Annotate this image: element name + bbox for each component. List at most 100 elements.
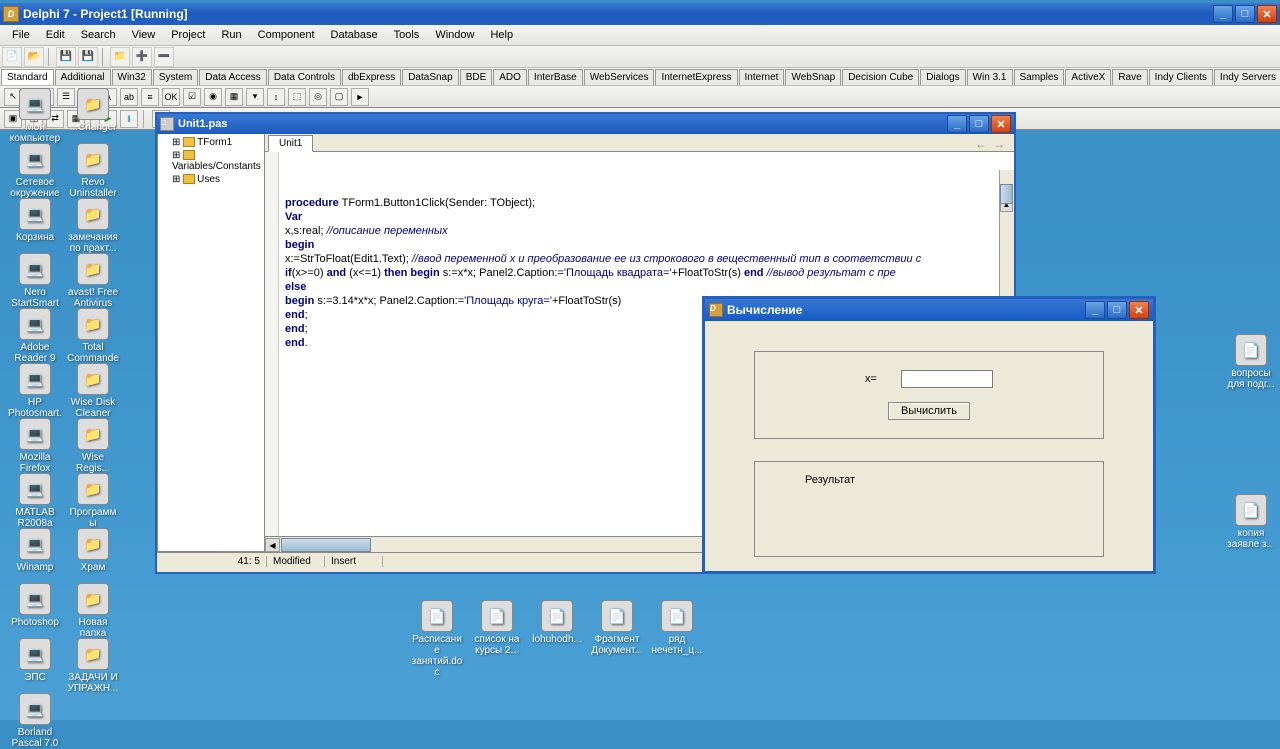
palette-tab-standard[interactable]: Standard	[1, 69, 54, 85]
code-max[interactable]: □	[969, 115, 989, 133]
comp-listbox[interactable]: ▦	[225, 88, 243, 106]
palette-tab-data-controls[interactable]: Data Controls	[268, 69, 341, 85]
menu-database[interactable]: Database	[323, 27, 386, 43]
desktop-icon[interactable]: 📁Храм	[66, 528, 120, 573]
palette-tab-dialogs[interactable]: Dialogs	[920, 69, 965, 85]
desktop-icon[interactable]: 📁замечания по практ...	[66, 198, 120, 254]
desktop-icon[interactable]: 💻ЭПС	[8, 638, 62, 683]
saveall-button[interactable]: 💾	[78, 47, 98, 67]
app-close[interactable]: ✕	[1129, 301, 1149, 319]
code-tree[interactable]: ⊞ TForm1 ⊞ Variables/Constants ⊞ Uses	[157, 134, 265, 552]
comp-memo[interactable]: ≡	[141, 88, 159, 106]
palette-tab-bde[interactable]: BDE	[460, 69, 493, 85]
code-titlebar[interactable]: □ Unit1.pas _ □ ✕	[157, 114, 1014, 134]
desktop-icon[interactable]: 📁Программы	[66, 473, 120, 529]
desktop-icon[interactable]: 📁ЗАДАЧИ И УПРАЖН...	[66, 638, 120, 694]
comp-radio[interactable]: ◉	[204, 88, 222, 106]
palette-tab-indy-clients[interactable]: Indy Clients	[1149, 69, 1213, 85]
comp-scrollbar[interactable]: ↕	[267, 88, 285, 106]
menu-run[interactable]: Run	[213, 27, 249, 43]
add-file[interactable]: ➕	[132, 47, 152, 67]
palette-tab-decision-cube[interactable]: Decision Cube	[842, 69, 919, 85]
palette-tab-win32[interactable]: Win32	[112, 69, 152, 85]
app-max[interactable]: □	[1107, 301, 1127, 319]
palette-tab-additional[interactable]: Additional	[55, 69, 111, 85]
menu-window[interactable]: Window	[427, 27, 482, 43]
comp-combo[interactable]: ▾	[246, 88, 264, 106]
open-button[interactable]: 📂	[24, 47, 44, 67]
desktop-icon[interactable]: 💻Mozilla Firefox	[8, 418, 62, 474]
code-line[interactable]: if(x>=0) and (x<=1) then begin s:=x*x; P…	[285, 266, 1010, 280]
palette-tab-webservices[interactable]: WebServices	[584, 69, 655, 85]
code-line[interactable]: else	[285, 280, 1010, 294]
save-button[interactable]: 💾	[56, 47, 76, 67]
palette-tab-internet[interactable]: Internet	[739, 69, 785, 85]
ide-titlebar[interactable]: D Delphi 7 - Project1 [Running] _ □ ✕	[0, 3, 1280, 25]
desktop-icon[interactable]: 💻Сетевое окружение	[8, 143, 62, 199]
desktop-icon[interactable]: 📁Revo Uninstaller	[66, 143, 120, 199]
code-min[interactable]: _	[947, 115, 967, 133]
comp-checkbox[interactable]: ☑	[183, 88, 201, 106]
comp-panel[interactable]: ▢	[330, 88, 348, 106]
code-line[interactable]: begin	[285, 238, 1010, 252]
palette-tab-rave[interactable]: Rave	[1112, 69, 1147, 85]
palette-tab-activex[interactable]: ActiveX	[1065, 69, 1111, 85]
desktop-icon[interactable]: 💻Borland Pascal 7.0	[8, 693, 62, 749]
desktop-icon[interactable]: 📄список на курсы 2...	[470, 600, 524, 656]
nav-fwd-icon[interactable]: →	[993, 137, 1005, 151]
comp-button[interactable]: OK	[162, 88, 180, 106]
compute-button[interactable]: Вычислить	[888, 402, 970, 420]
desktop-icon[interactable]: 📄вопросы для подг...	[1224, 334, 1278, 390]
maximize-button[interactable]: □	[1235, 5, 1255, 23]
desktop-icon[interactable]: 💻Мой компьютер	[8, 88, 62, 144]
desktop-icon[interactable]: 📁...Changer	[66, 88, 120, 133]
hscroll-thumb[interactable]	[281, 538, 371, 552]
open-project[interactable]: 📁	[110, 47, 130, 67]
code-close[interactable]: ✕	[991, 115, 1011, 133]
close-button[interactable]: ✕	[1257, 5, 1277, 23]
tree-uses[interactable]: ⊞ Uses	[160, 173, 262, 186]
code-line[interactable]: x:=StrToFloat(Edit1.Text); //ввод переме…	[285, 252, 1010, 266]
app-titlebar[interactable]: D Вычисление _ □ ✕	[705, 299, 1153, 321]
menu-component[interactable]: Component	[250, 27, 323, 43]
menu-project[interactable]: Project	[163, 27, 213, 43]
menu-file[interactable]: File	[4, 27, 38, 43]
desktop-icon[interactable]: 📄Фрагмент Документ...	[590, 600, 644, 656]
desktop-icon[interactable]: 💻Корзина	[8, 198, 62, 243]
palette-tab-internetexpress[interactable]: InternetExpress	[655, 69, 737, 85]
desktop-icon[interactable]: 💻Adobe Reader 9	[8, 308, 62, 364]
palette-tab-win-3.1[interactable]: Win 3.1	[967, 69, 1013, 85]
desktop-icon[interactable]: 📁Новая папка	[66, 583, 120, 639]
palette-tab-indy-servers[interactable]: Indy Servers	[1214, 69, 1280, 85]
palette-tab-datasnap[interactable]: DataSnap	[402, 69, 458, 85]
new-button[interactable]: 📄	[2, 47, 22, 67]
desktop-icon[interactable]: 📄ряд нечетн_ц...	[650, 600, 704, 656]
comp-groupbox[interactable]: ⬚	[288, 88, 306, 106]
palette-tab-interbase[interactable]: InterBase	[528, 69, 583, 85]
pause-button[interactable]: ‖	[120, 110, 138, 128]
minimize-button[interactable]: _	[1213, 5, 1233, 23]
desktop-icon[interactable]: 💻MATLAB R2008a	[8, 473, 62, 529]
palette-tab-websnap[interactable]: WebSnap	[785, 69, 841, 85]
desktop-icon[interactable]: 📄lohuhodh...	[530, 600, 584, 645]
comp-actionlist[interactable]: ►	[351, 88, 369, 106]
palette-tab-ado[interactable]: ADO	[493, 69, 527, 85]
remove-file[interactable]: ➖	[154, 47, 174, 67]
menu-help[interactable]: Help	[482, 27, 521, 43]
desktop-icon[interactable]: 📁Wise Regis...	[66, 418, 120, 474]
desktop-icon[interactable]: 💻Nero StartSmart	[8, 253, 62, 309]
code-line[interactable]: Var	[285, 210, 1010, 224]
menu-search[interactable]: Search	[73, 27, 124, 43]
comp-radiogroup[interactable]: ◎	[309, 88, 327, 106]
scroll-left-icon[interactable]: ◀	[265, 538, 280, 552]
palette-tab-samples[interactable]: Samples	[1014, 69, 1065, 85]
nav-back-icon[interactable]: ←	[975, 137, 987, 151]
code-line[interactable]: procedure TForm1.Button1Click(Sender: TO…	[285, 196, 1010, 210]
palette-tab-system[interactable]: System	[153, 69, 198, 85]
tree-vars[interactable]: ⊞ Variables/Constants	[160, 149, 262, 173]
desktop-icon[interactable]: 💻Winamp	[8, 528, 62, 573]
app-min[interactable]: _	[1085, 301, 1105, 319]
palette-tab-data-access[interactable]: Data Access	[199, 69, 267, 85]
menu-edit[interactable]: Edit	[38, 27, 73, 43]
desktop-icon[interactable]: 💻Photoshop	[8, 583, 62, 628]
